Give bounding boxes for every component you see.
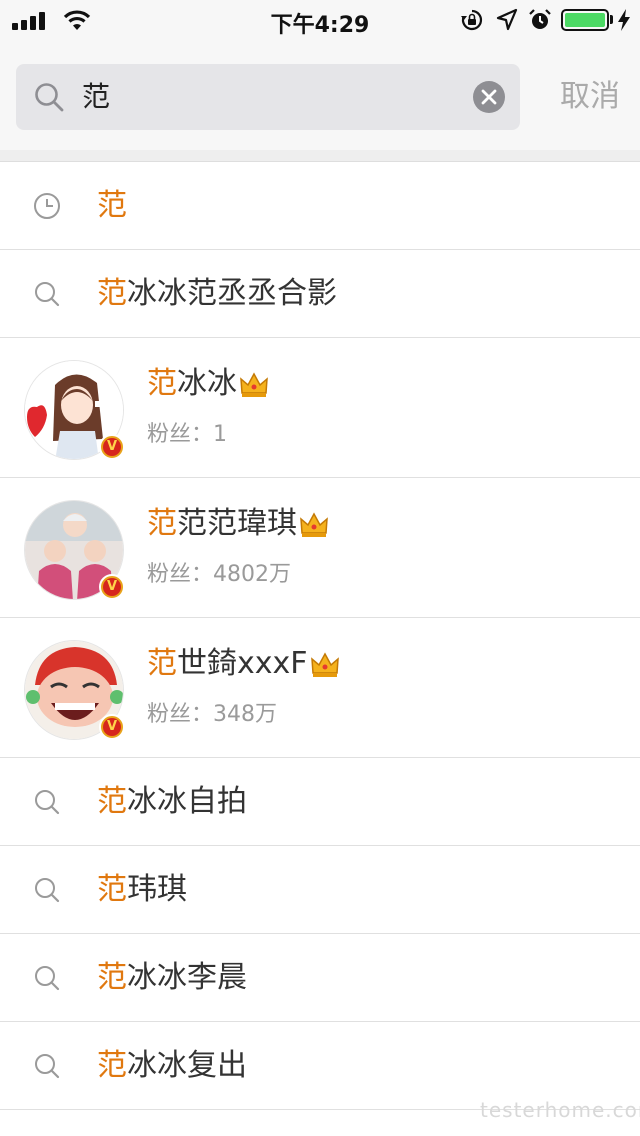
section-divider (0, 150, 640, 162)
clear-search-button[interactable] (473, 81, 505, 113)
location-arrow-icon (496, 8, 518, 31)
fans-label: 粉丝： (147, 422, 214, 447)
user-name-highlight: 范 (147, 506, 177, 541)
search-results-list: 范 范冰冰范丞丞合影 V 范冰冰 粉丝：1 V 范范范瑋琪 粉丝：4802万 V… (0, 162, 640, 1110)
history-item-highlight: 范 (97, 188, 127, 223)
search-icon (35, 282, 60, 307)
suggestion-item[interactable]: 范玮琪 (0, 846, 640, 934)
search-icon (35, 1054, 60, 1079)
rotation-lock-icon (461, 9, 483, 31)
verified-badge-icon: V (99, 714, 125, 740)
fans-count: 1 (213, 422, 228, 447)
watermark: testerhome.com (480, 1098, 640, 1122)
user-result-item[interactable]: V 范范范瑋琪 粉丝：4802万 (0, 478, 640, 618)
fans-label: 粉丝： (147, 702, 214, 727)
suggestion-label: 冰冰复出 (127, 1048, 247, 1083)
user-name-highlight: 范 (147, 646, 177, 681)
suggestion-highlight: 范 (97, 784, 127, 819)
user-result-item[interactable]: V 范冰冰 粉丝：1 (0, 338, 640, 478)
fans-count: 348万 (213, 702, 278, 727)
cancel-button[interactable]: 取消 (540, 64, 640, 130)
search-icon (35, 83, 64, 112)
suggestion-item[interactable]: 范冰冰范丞丞合影 (0, 250, 640, 338)
fans-count: 4802万 (213, 562, 292, 587)
search-icon (35, 790, 60, 815)
suggestion-label: 冰冰李晨 (127, 960, 247, 995)
verified-badge-icon: V (99, 574, 125, 600)
suggestion-highlight: 范 (97, 960, 127, 995)
verified-badge-icon: V (99, 434, 125, 460)
suggestion-highlight: 范 (97, 276, 127, 311)
crown-icon (310, 651, 339, 677)
user-name: 世錡xxxF (177, 646, 308, 681)
history-item[interactable]: 范 (0, 162, 640, 250)
suggestion-label: 玮琪 (127, 872, 187, 907)
user-name: 范范瑋琪 (177, 506, 297, 541)
suggestion-item[interactable]: 范冰冰李晨 (0, 934, 640, 1022)
close-icon (481, 89, 497, 105)
search-icon (35, 966, 60, 991)
alarm-clock-icon (529, 9, 551, 29)
status-bar: 下午4:29 (0, 0, 640, 40)
suggestion-label: 冰冰范丞丞合影 (127, 276, 337, 311)
charging-bolt-icon (618, 9, 630, 31)
suggestion-item[interactable]: 范冰冰自拍 (0, 758, 640, 846)
clock-history-icon (34, 193, 60, 219)
crown-icon (240, 371, 268, 397)
search-icon (35, 878, 60, 903)
user-name: 冰冰 (177, 366, 237, 401)
suggestion-label: 冰冰自拍 (127, 784, 247, 819)
search-box[interactable] (16, 64, 520, 130)
suggestion-highlight: 范 (97, 872, 127, 907)
user-name-highlight: 范 (147, 366, 177, 401)
suggestion-highlight: 范 (97, 1048, 127, 1083)
battery-icon (561, 9, 609, 31)
crown-icon (300, 511, 328, 537)
suggestion-item[interactable]: 范冰冰复出 (0, 1022, 640, 1110)
search-bar: 取消 (0, 40, 640, 150)
fans-label: 粉丝： (147, 562, 214, 587)
search-input[interactable] (82, 64, 462, 130)
user-result-item[interactable]: V 范世錡xxxF 粉丝：348万 (0, 618, 640, 758)
